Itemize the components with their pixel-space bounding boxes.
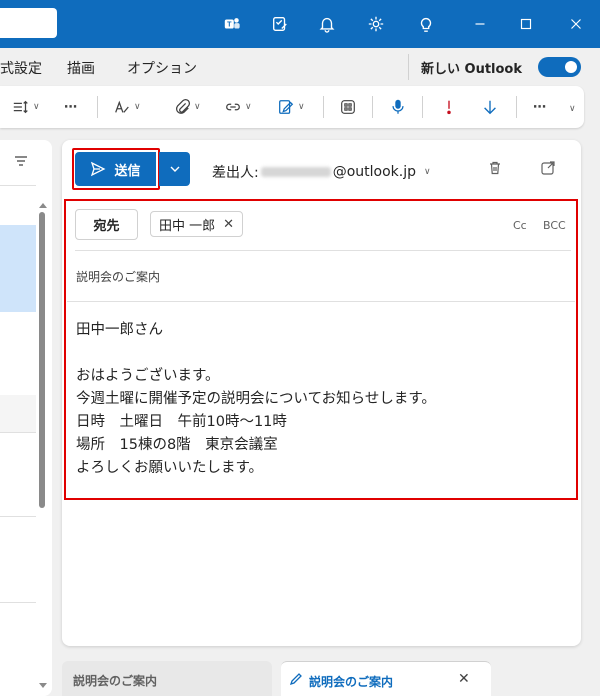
redacted-email: [260, 167, 331, 177]
exclamation-icon: [447, 100, 451, 115]
divider: [0, 516, 36, 517]
ribbon-toolbar: ∨ ⋯ ∨ ∨ ∨ ∨ ⋯ ∨: [0, 86, 584, 128]
new-outlook-label-wrap: 新しい Outlook: [408, 54, 522, 80]
more-format-button[interactable]: ⋯: [64, 96, 77, 118]
arrow-down-icon: [484, 100, 496, 115]
signature-button[interactable]: ∨: [277, 96, 305, 118]
send-label: 送信: [114, 163, 141, 179]
divider: [67, 301, 575, 302]
list-group-header[interactable]: [0, 395, 36, 432]
send-icon: [91, 161, 106, 177]
trash-icon: [490, 161, 500, 175]
dictate-button[interactable]: [389, 96, 407, 118]
more-icon: ⋯: [533, 99, 546, 115]
maximize-icon[interactable]: [514, 12, 538, 36]
popout-icon: [541, 161, 555, 175]
pencil-icon: [289, 672, 303, 690]
teams-icon[interactable]: T: [220, 12, 244, 36]
close-icon[interactable]: [564, 12, 588, 36]
ribbon-divider: [323, 96, 324, 118]
apps-grid-icon: [341, 100, 355, 114]
apps-button[interactable]: [339, 96, 357, 118]
message-list-pane: [0, 140, 52, 696]
microphone-icon: [392, 99, 404, 114]
link-button[interactable]: ∨: [224, 96, 252, 118]
divider: [0, 432, 36, 433]
close-tab-icon[interactable]: ✕: [458, 671, 470, 687]
link-icon: [226, 103, 240, 111]
svg-text:T: T: [227, 20, 232, 29]
tab-draft-active[interactable]: 説明会のご案内 ✕: [281, 661, 491, 696]
send-options-dropdown[interactable]: [159, 152, 190, 186]
gear-icon[interactable]: [364, 12, 388, 36]
new-outlook-label: 新しい Outlook: [421, 61, 523, 77]
menu-item-format[interactable]: 式設定: [0, 58, 42, 78]
recipient-chip[interactable]: 田中 一郎 ✕: [150, 211, 244, 237]
search-input[interactable]: [0, 8, 57, 38]
signature-icon: [279, 100, 294, 114]
paragraph-spacing-button[interactable]: ∨: [12, 96, 40, 118]
title-bar: T: [0, 0, 600, 48]
chevron-down-icon: ∨: [424, 167, 431, 177]
from-domain: @outlook.jp: [332, 164, 417, 180]
divider: [0, 602, 36, 603]
high-importance-button[interactable]: [440, 96, 458, 118]
discard-button[interactable]: [487, 160, 503, 180]
from-field[interactable]: 差出人: @outlook.jp ∨: [212, 162, 431, 182]
line-spacing-icon: [13, 100, 28, 114]
low-importance-button[interactable]: [481, 96, 499, 118]
more-options-button[interactable]: ⋯: [533, 96, 546, 118]
scroll-thumb[interactable]: [39, 212, 45, 508]
lightbulb-icon[interactable]: [414, 12, 438, 36]
divider: [0, 185, 36, 186]
from-prefix: 差出人:: [212, 165, 259, 181]
editor-pen-icon: [115, 100, 129, 113]
todo-icon[interactable]: [268, 12, 292, 36]
bcc-button[interactable]: BCC: [543, 219, 566, 232]
ribbon-divider: [516, 96, 517, 118]
toggle-knob: [565, 61, 577, 73]
filter-icon[interactable]: [14, 154, 28, 172]
to-button[interactable]: 宛先: [75, 209, 138, 240]
new-outlook-toggle[interactable]: [538, 57, 581, 77]
tab-draft-inactive[interactable]: 説明会のご案内: [62, 661, 272, 696]
bell-icon[interactable]: [315, 12, 339, 36]
minimize-icon[interactable]: [468, 12, 492, 36]
popout-button[interactable]: [540, 160, 556, 180]
scroll-down-arrow[interactable]: [39, 683, 47, 688]
subject-field[interactable]: 説明会のご案内: [76, 268, 160, 285]
attach-button[interactable]: ∨: [173, 96, 201, 118]
ribbon-expand-button[interactable]: ∨: [569, 98, 576, 120]
remove-recipient-icon[interactable]: ✕: [223, 217, 234, 232]
ribbon-divider: [372, 96, 373, 118]
paperclip-icon: [175, 98, 191, 114]
list-item-selected[interactable]: [0, 225, 36, 312]
message-body[interactable]: 田中一郎さん おはようございます。 今週土曜に開催予定の説明会についてお知らせし…: [76, 319, 436, 480]
divider: [75, 250, 571, 251]
scroll-up-arrow[interactable]: [39, 203, 47, 208]
ribbon-divider: [97, 96, 98, 118]
menu-item-options[interactable]: オプション: [127, 58, 197, 78]
tab-label: 説明会のご案内: [73, 674, 158, 688]
tab-label: 説明会のご案内: [309, 675, 394, 689]
more-icon: ⋯: [64, 99, 77, 115]
chevron-down-icon: [170, 166, 179, 172]
send-button[interactable]: 送信: [75, 152, 156, 186]
menu-item-draw[interactable]: 描画: [67, 58, 95, 78]
cc-button[interactable]: Cc: [513, 219, 527, 232]
ribbon-divider: [422, 96, 423, 118]
recipient-name: 田中 一郎: [159, 218, 216, 234]
editor-button[interactable]: ∨: [113, 96, 141, 118]
